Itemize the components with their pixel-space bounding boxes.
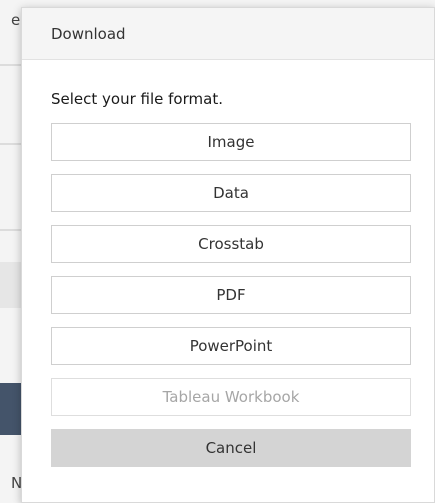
- image-format-button[interactable]: Image: [51, 123, 411, 161]
- crosstab-format-button[interactable]: Crosstab: [51, 225, 411, 263]
- background-divider: [0, 229, 22, 231]
- page: e N Download Select your file format. Im…: [0, 0, 435, 503]
- dialog-header: Download: [22, 8, 434, 60]
- pdf-format-button[interactable]: PDF: [51, 276, 411, 314]
- dialog-title: Download: [51, 24, 126, 43]
- background-text-fragment: e: [11, 11, 21, 29]
- data-format-button[interactable]: Data: [51, 174, 411, 212]
- tableau-workbook-format-button: Tableau Workbook: [51, 378, 411, 416]
- powerpoint-format-button[interactable]: PowerPoint: [51, 327, 411, 365]
- download-dialog: Download Select your file format. Image …: [21, 7, 435, 503]
- background-divider: [0, 143, 22, 145]
- dialog-body: Select your file format. Image Data Cros…: [22, 60, 434, 467]
- cancel-button[interactable]: Cancel: [51, 429, 411, 467]
- file-format-prompt: Select your file format.: [51, 90, 223, 108]
- background-divider: [0, 64, 22, 66]
